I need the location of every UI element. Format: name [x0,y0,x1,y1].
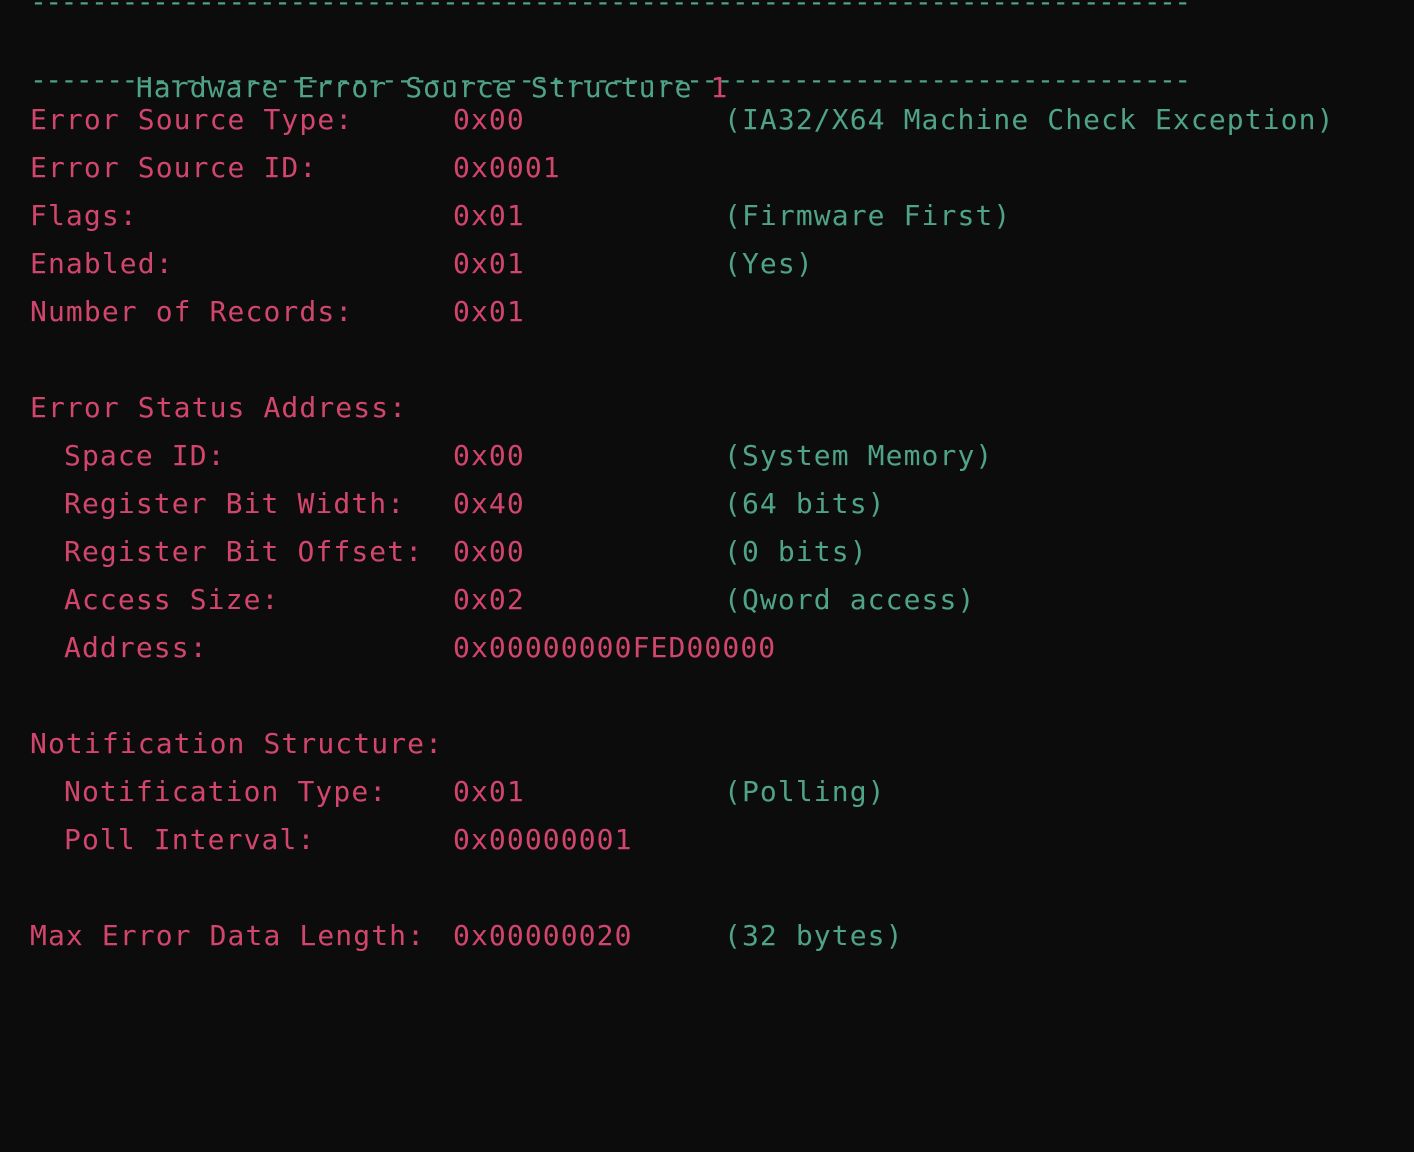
field-row: Notification Type: 0x01 (Polling) [30,768,1400,816]
field-label: Number of Records: [30,295,354,328]
field-row: Poll Interval: 0x00000001 [30,816,1400,864]
field-note: (Firmware First) [724,199,1012,232]
field-value: 0x00000020 [453,919,633,952]
terminal-output: ----------------------------------------… [30,0,1400,960]
field-label: Notification Type: [64,775,388,808]
field-label: Register Bit Offset: [64,535,424,568]
field-value: 0x01 [453,775,525,808]
field-value: 0x01 [453,247,525,280]
notification-structure-heading: Notification Structure: [30,720,1400,768]
field-note: (Qword access) [724,583,976,616]
field-label: Error Source Type: [30,103,354,136]
field-value: 0x00000001 [453,823,633,856]
field-value: 0x40 [453,487,525,520]
field-row: Register Bit Width: 0x40 (64 bits) [30,480,1400,528]
field-row: Register Bit Offset: 0x00 (0 bits) [30,528,1400,576]
field-row: Access Size: 0x02 (Qword access) [30,576,1400,624]
field-value: 0x00000000FED00000 [453,631,777,664]
field-note: (Yes) [724,247,814,280]
field-value: 0x00 [453,103,525,136]
error-status-address-heading: Error Status Address: [30,384,1400,432]
field-label: Enabled: [30,247,174,280]
field-note: (32 bytes) [724,919,904,952]
field-note: (0 bits) [724,535,868,568]
field-label: Access Size: [64,583,280,616]
separator-bottom: ----------------------------------------… [30,64,1191,96]
field-note: (Polling) [724,775,886,808]
field-label: Error Source ID: [30,151,318,184]
field-row: Error Source Type: 0x00 (IA32/X64 Machin… [30,96,1400,144]
field-row: Space ID: 0x00 (System Memory) [30,432,1400,480]
field-value: 0x0001 [453,151,561,184]
field-row: Max Error Data Length: 0x00000020 (32 by… [30,912,1400,960]
field-label: Max Error Data Length: [30,919,426,952]
field-note: (64 bits) [724,487,886,520]
field-note: (System Memory) [724,439,994,472]
section-heading: Error Status Address: [30,391,408,424]
field-label: Space ID: [64,439,226,472]
field-label: Register Bit Width: [64,487,406,520]
field-row: Enabled: 0x01 (Yes) [30,240,1400,288]
field-value: 0x00 [453,535,525,568]
field-label: Address: [64,631,208,664]
field-row: Number of Records: 0x01 [30,288,1400,336]
field-value: 0x01 [453,199,525,232]
field-row: Error Source ID: 0x0001 [30,144,1400,192]
field-value: 0x01 [453,295,525,328]
field-label: Flags: [30,199,138,232]
field-value: 0x00 [453,439,525,472]
field-row: Flags: 0x01 (Firmware First) [30,192,1400,240]
separator-top: ----------------------------------------… [30,0,1400,16]
section-header: Hardware Error Source Structure 1 [30,16,1400,104]
field-label: Poll Interval: [64,823,316,856]
field-row: Address: 0x00000000FED00000 [30,624,1400,672]
section-heading: Notification Structure: [30,727,444,760]
field-value: 0x02 [453,583,525,616]
field-note: (IA32/X64 Machine Check Exception) [724,103,1335,136]
